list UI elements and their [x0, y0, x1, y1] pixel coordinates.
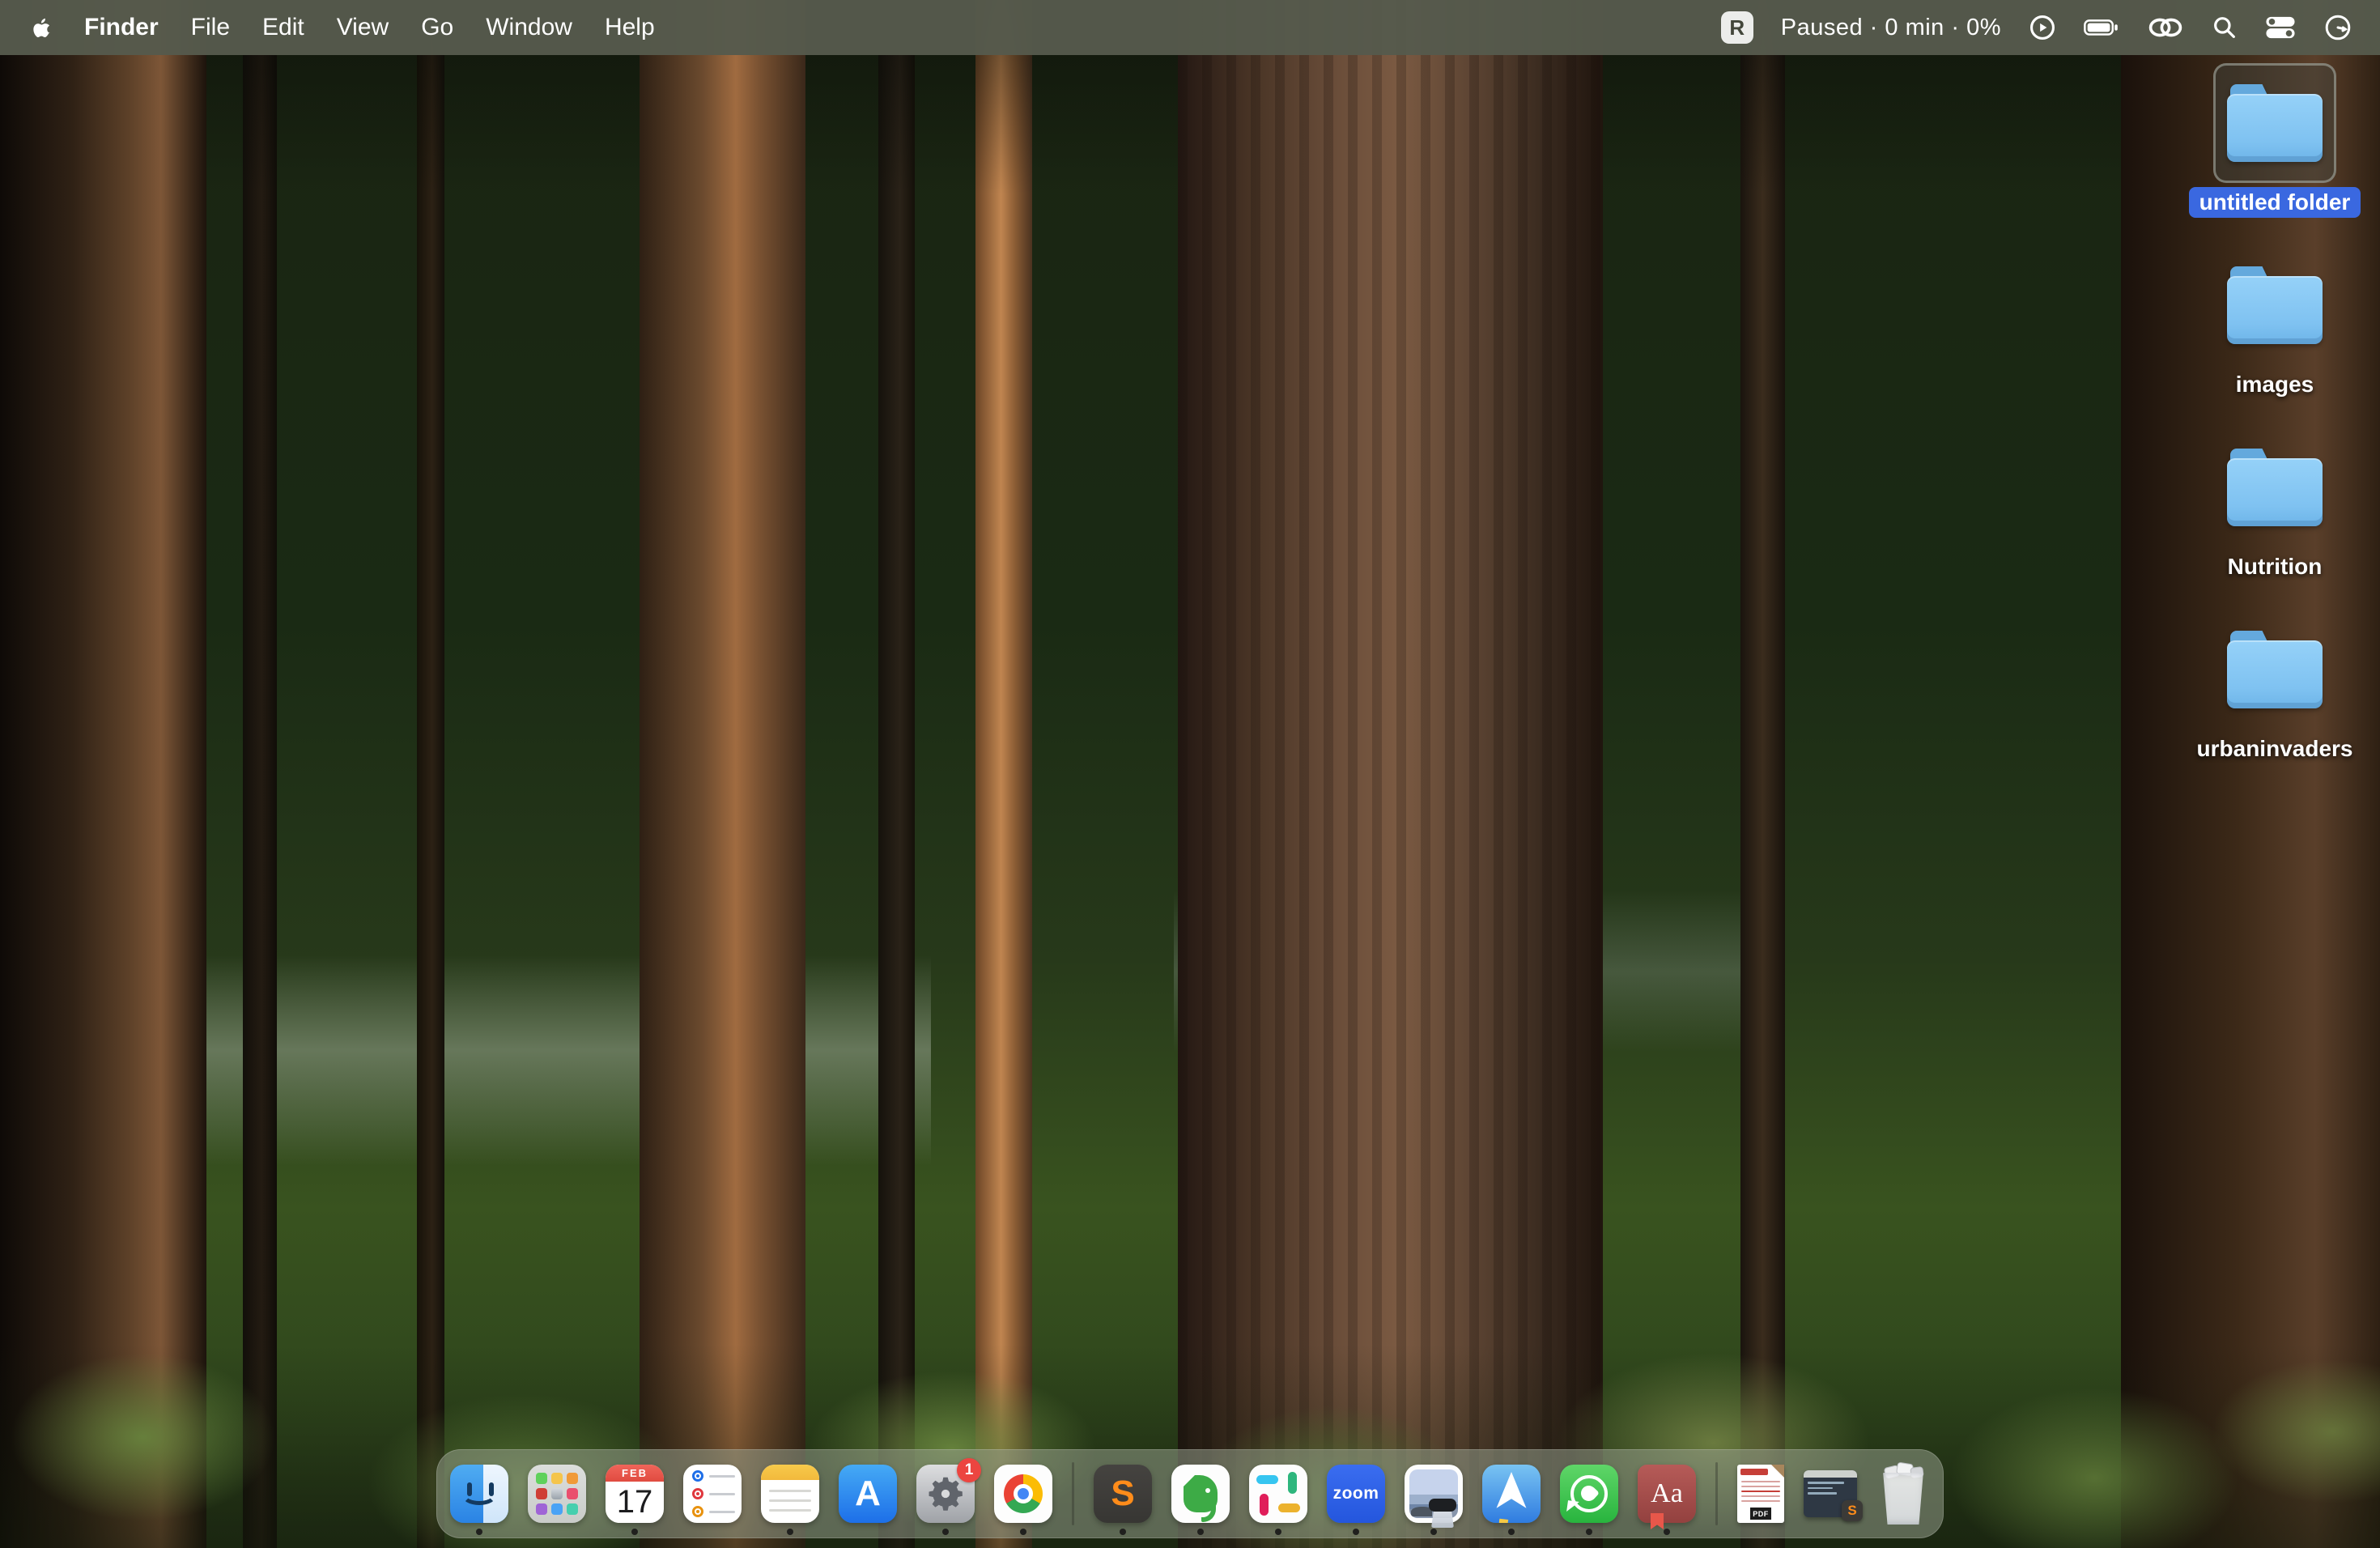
- desktop-folder-images[interactable]: images: [2206, 245, 2344, 400]
- running-indicator: [631, 1529, 638, 1535]
- folder-name[interactable]: images: [2225, 369, 2325, 400]
- spark-icon: [1482, 1465, 1541, 1523]
- dock-item-slack[interactable]: [1249, 1465, 1307, 1523]
- running-indicator: [942, 1529, 949, 1535]
- reminders-icon: [683, 1465, 742, 1523]
- running-indicator: [476, 1529, 482, 1535]
- notes-icon: [761, 1465, 819, 1523]
- battery-icon[interactable]: [2084, 13, 2119, 42]
- calendar-day: 17: [617, 1482, 653, 1523]
- spotlight-search-icon[interactable]: [2212, 13, 2238, 42]
- app-store-icon: A: [839, 1465, 897, 1523]
- folder-name[interactable]: Nutrition: [2217, 551, 2333, 582]
- rize-app-icon[interactable]: R: [1721, 11, 1753, 44]
- running-indicator: [1430, 1529, 1437, 1535]
- play-circle-icon[interactable]: [2029, 13, 2056, 42]
- dock-item-reminders[interactable]: [683, 1465, 742, 1523]
- notification-badge: 1: [957, 1458, 981, 1482]
- time-tracker-status[interactable]: Paused · 0 min · 0%: [1781, 15, 2001, 41]
- folder-icon: [2227, 84, 2323, 162]
- running-indicator: [787, 1529, 793, 1535]
- menu-item-edit[interactable]: Edit: [246, 14, 321, 41]
- running-indicator: [1353, 1529, 1359, 1535]
- zoom-icon: zoom: [1327, 1465, 1385, 1523]
- running-indicator: [1275, 1529, 1281, 1535]
- dock-item-system-settings[interactable]: 1: [916, 1465, 975, 1523]
- dock-item-chrome[interactable]: [994, 1465, 1052, 1523]
- dock-item-spark[interactable]: [1482, 1465, 1541, 1523]
- dock-item-notes[interactable]: [761, 1465, 819, 1523]
- dock-item-app-store[interactable]: A: [839, 1465, 897, 1523]
- finder-icon: [450, 1465, 508, 1523]
- running-indicator: [1120, 1529, 1126, 1535]
- menu-item-finder[interactable]: Finder: [68, 14, 175, 41]
- trash-full-icon: [1876, 1463, 1930, 1525]
- running-indicator: [1197, 1529, 1204, 1535]
- running-indicator: [1020, 1529, 1026, 1535]
- apple-menu[interactable]: [28, 11, 57, 44]
- apple-logo-icon: [29, 13, 55, 42]
- menu-bar: Finder File Edit View Go Window Help R P…: [0, 0, 2380, 55]
- dock-item-dictionary[interactable]: Aa: [1638, 1465, 1696, 1523]
- folder-name[interactable]: untitled folder: [2189, 187, 2361, 218]
- dock-item-sublime-text[interactable]: S: [1094, 1465, 1152, 1523]
- running-indicator: [1586, 1529, 1592, 1535]
- evernote-icon: [1171, 1465, 1230, 1523]
- clock-icon[interactable]: [2323, 13, 2352, 42]
- launchpad-icon: [528, 1465, 586, 1523]
- folder-icon: [2227, 266, 2323, 344]
- folder-name[interactable]: urbaninvaders: [2187, 734, 2364, 764]
- dock-item-minimized-window[interactable]: S: [1804, 1470, 1857, 1517]
- desktop-folder-urbaninvaders[interactable]: urbaninvaders: [2206, 610, 2344, 764]
- whatsapp-icon: [1560, 1465, 1618, 1523]
- minimized-sublime-window: S: [1804, 1470, 1857, 1517]
- folder-selection-plate: [2213, 427, 2336, 547]
- dock-item-evernote[interactable]: [1171, 1465, 1230, 1523]
- dock-item-trash[interactable]: [1876, 1463, 1930, 1525]
- sublime-badge: S: [1842, 1500, 1863, 1521]
- pdf-label: PDF: [1750, 1508, 1771, 1520]
- folder-selection-plate: [2213, 610, 2336, 729]
- folder-selection-plate: [2213, 245, 2336, 365]
- folder-icon: [2227, 449, 2323, 526]
- system-settings-icon: 1: [916, 1465, 975, 1523]
- dock-item-preview[interactable]: [1405, 1465, 1463, 1523]
- folder-selection-plate: [2213, 63, 2336, 183]
- dock-separator: [1715, 1462, 1718, 1525]
- menu-item-file[interactable]: File: [175, 14, 246, 41]
- control-center-icon[interactable]: [2265, 13, 2296, 42]
- running-indicator: [1508, 1529, 1515, 1535]
- menu-item-view[interactable]: View: [321, 14, 405, 41]
- dock-item-launchpad[interactable]: [528, 1465, 586, 1523]
- menu-item-window[interactable]: Window: [470, 14, 589, 41]
- pdf-document-icon: PDF: [1737, 1465, 1784, 1523]
- dock-item-pdf-document[interactable]: PDF: [1737, 1465, 1784, 1523]
- dock: FEB 17 A 1 S: [436, 1449, 1944, 1538]
- desktop-folder-nutrition[interactable]: Nutrition: [2206, 427, 2344, 582]
- dock-item-finder[interactable]: [450, 1465, 508, 1523]
- preview-icon: [1405, 1465, 1463, 1523]
- slack-icon: [1249, 1465, 1307, 1523]
- link-icon[interactable]: [2147, 13, 2184, 42]
- menu-bar-left: Finder File Edit View Go Window Help: [28, 11, 671, 44]
- chrome-icon: [994, 1465, 1052, 1523]
- dock-item-calendar[interactable]: FEB 17: [606, 1465, 664, 1523]
- desktop-folder-untitled[interactable]: untitled folder: [2206, 63, 2344, 218]
- menu-bar-status: R Paused · 0 min · 0%: [1721, 11, 2352, 44]
- sublime-text-icon: S: [1094, 1465, 1152, 1523]
- menu-item-go[interactable]: Go: [405, 14, 470, 41]
- running-indicator: [1664, 1529, 1670, 1535]
- dock-separator: [1072, 1462, 1074, 1525]
- folder-icon: [2227, 631, 2323, 708]
- calendar-month: FEB: [606, 1465, 664, 1482]
- calendar-icon: FEB 17: [606, 1465, 664, 1523]
- dock-item-whatsapp[interactable]: [1560, 1465, 1618, 1523]
- dictionary-icon: Aa: [1638, 1465, 1696, 1523]
- dock-item-zoom[interactable]: zoom: [1327, 1465, 1385, 1523]
- menu-item-help[interactable]: Help: [589, 14, 671, 41]
